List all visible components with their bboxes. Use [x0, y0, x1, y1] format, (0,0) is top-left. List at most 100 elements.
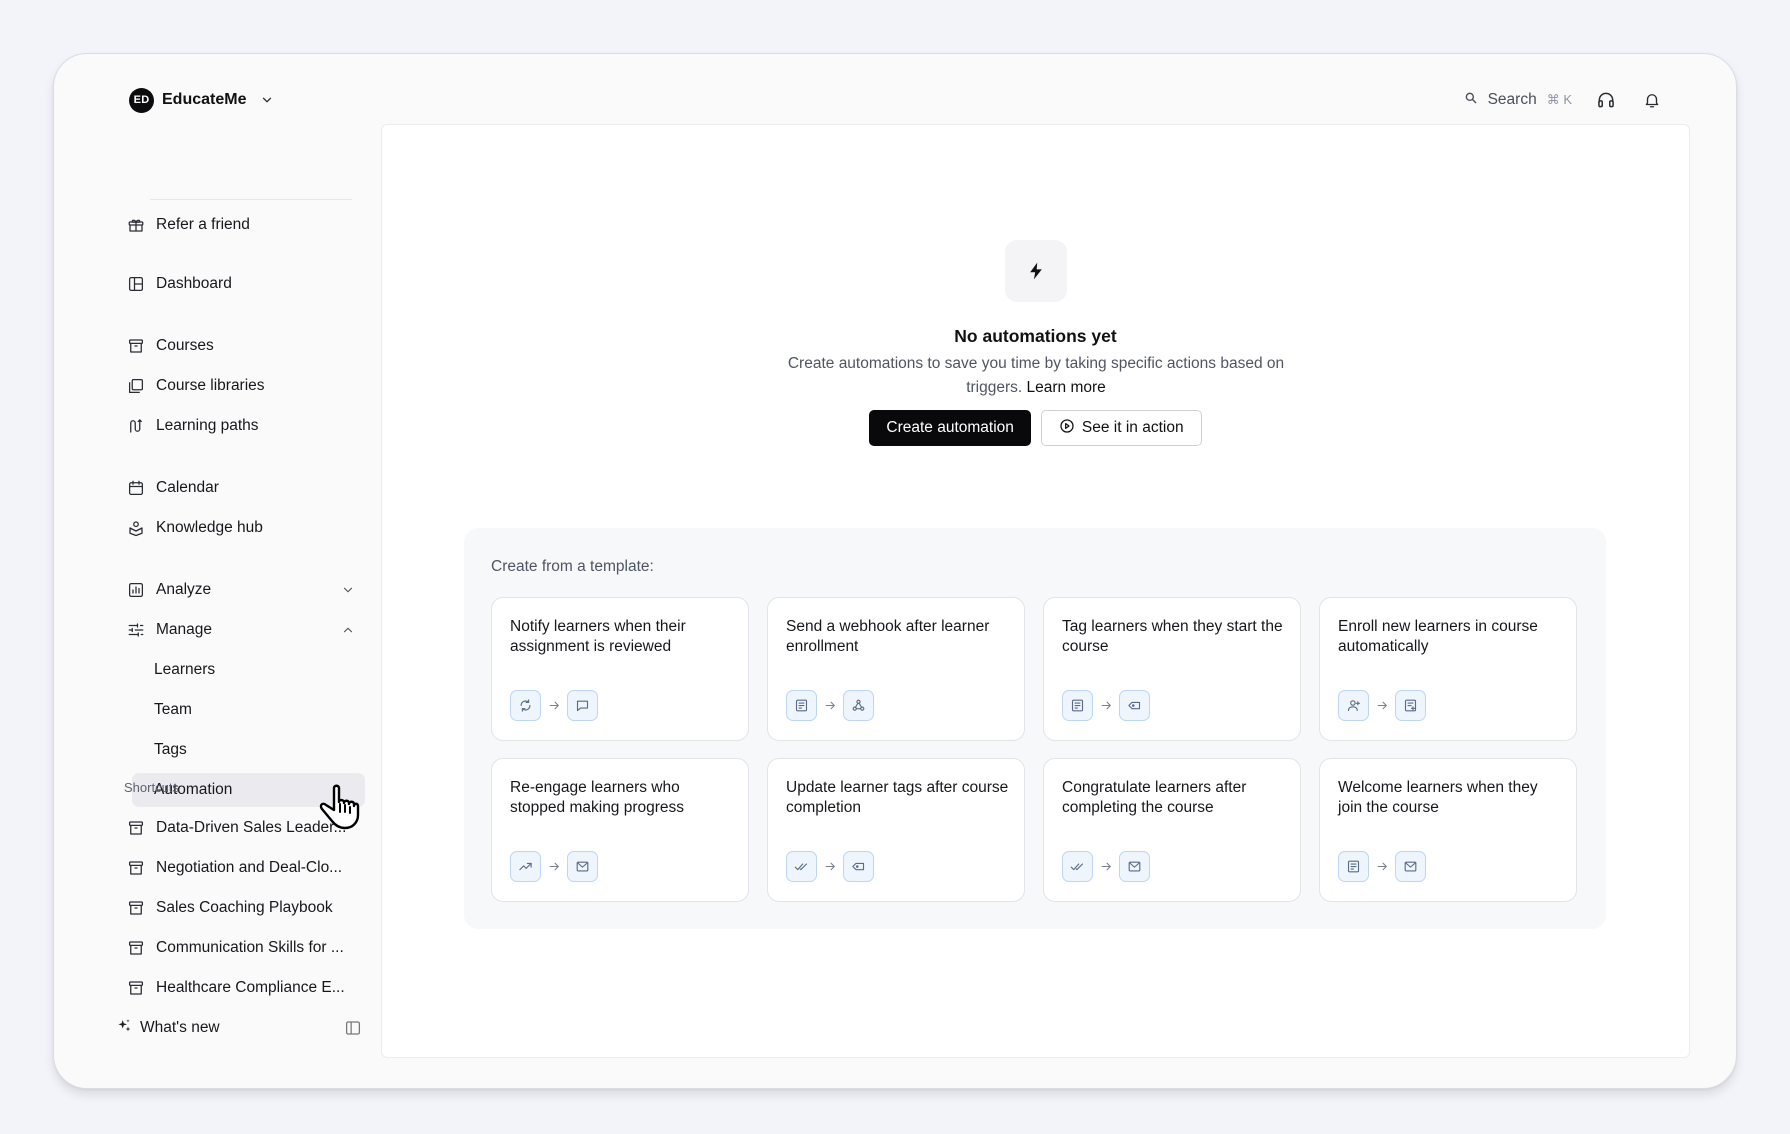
sidebar-item-label: Manage	[156, 621, 213, 638]
empty-state-title: No automations yet	[954, 326, 1117, 346]
chevron-up-icon[interactable]	[341, 616, 355, 644]
template-card[interactable]: Send a webhook after learner enrollment	[767, 597, 1025, 741]
template-title: Enroll new learners in course automatica…	[1338, 618, 1538, 655]
arrow-right-icon	[1099, 699, 1113, 713]
arrow-right-icon	[823, 699, 837, 713]
trending-icon	[510, 851, 541, 882]
sidebar-item-manage[interactable]: Manage	[126, 616, 212, 644]
arrow-right-icon	[1099, 860, 1113, 874]
mail-icon	[567, 851, 598, 882]
shortcut-label: Sales Coaching Playbook	[156, 899, 333, 916]
template-flow	[510, 690, 598, 721]
sidebar: ED EducateMe Refer a friend Dashboard Co…	[54, 54, 374, 1088]
template-flow	[1338, 851, 1426, 882]
archive-icon	[126, 858, 146, 878]
see-in-action-label: See it in action	[1081, 419, 1184, 436]
topbar-actions: Search ⌘ K	[1464, 84, 1664, 116]
template-title: Update learner tags after course complet…	[786, 779, 1009, 816]
sidebar-item-analyze[interactable]: Analyze	[126, 576, 211, 604]
sidebar-item-course-libraries[interactable]: Course libraries	[126, 372, 265, 400]
template-flow	[510, 851, 598, 882]
shortcut-label: Negotiation and Deal-Clo...	[156, 859, 343, 876]
shortcut-item[interactable]: Healthcare Compliance E...	[126, 974, 362, 1002]
arrow-right-icon	[1375, 699, 1389, 713]
shortcut-item[interactable]: Communication Skills for ...	[126, 934, 362, 962]
arrow-right-icon	[547, 699, 561, 713]
search-shortcut: ⌘ K	[1546, 92, 1572, 107]
sidebar-collapse-icon[interactable]	[344, 1019, 362, 1037]
user-add-icon	[1338, 690, 1369, 721]
sidebar-item-label: Calendar	[156, 479, 219, 496]
sidebar-item-tags[interactable]: Tags	[132, 733, 365, 767]
tag-icon	[1119, 690, 1150, 721]
empty-state-actions: Create automation See it in action	[382, 410, 1689, 446]
gift-icon	[126, 215, 146, 235]
sidebar-item-label: Courses	[156, 337, 214, 354]
archive-icon	[126, 938, 146, 958]
double-check-icon	[1062, 851, 1093, 882]
see-in-action-button[interactable]: See it in action	[1040, 410, 1202, 446]
sidebar-item-calendar[interactable]: Calendar	[126, 474, 219, 502]
sparkles-icon	[116, 1018, 132, 1039]
shortcut-item[interactable]: Negotiation and Deal-Clo...	[126, 854, 362, 882]
sidebar-item-label: Dashboard	[156, 275, 232, 292]
form-icon	[1062, 690, 1093, 721]
template-title: Send a webhook after learner enrollment	[786, 618, 990, 655]
archive-icon	[126, 818, 146, 838]
template-flow	[1062, 851, 1150, 882]
search-icon	[1464, 91, 1478, 110]
sidebar-item-courses[interactable]: Courses	[126, 332, 214, 360]
learn-more-link[interactable]: Learn more	[1027, 379, 1106, 396]
mail-icon	[1119, 851, 1150, 882]
sidebar-item-refer[interactable]: Refer a friend	[126, 211, 250, 239]
workspace-logo: ED	[129, 87, 154, 113]
template-card[interactable]: Re-engage learners who stopped making pr…	[491, 758, 749, 902]
search-button[interactable]: Search ⌘ K	[1464, 91, 1572, 110]
tag-icon	[843, 851, 874, 882]
shortcut-label: Communication Skills for ...	[156, 939, 344, 956]
chevron-down-icon[interactable]	[341, 576, 355, 604]
template-card[interactable]: Enroll new learners in course automatica…	[1319, 597, 1577, 741]
template-card[interactable]: Notify learners when their assignment is…	[491, 597, 749, 741]
sidebar-item-label: Learning paths	[156, 417, 259, 434]
templates-label: Create from a template:	[491, 558, 654, 575]
create-automation-button[interactable]: Create automation	[869, 410, 1031, 446]
form-icon	[1338, 851, 1369, 882]
sidebar-item-learning-paths[interactable]: Learning paths	[126, 412, 259, 440]
route-icon	[126, 416, 146, 436]
workspace-switcher[interactable]: ED EducateMe	[129, 84, 274, 116]
calendar-icon	[126, 478, 146, 498]
refresh-icon	[510, 690, 541, 721]
sidebar-item-team[interactable]: Team	[132, 693, 365, 727]
chart-icon	[126, 580, 146, 600]
lightning-icon	[1005, 240, 1067, 302]
template-title: Welcome learners when they join the cour…	[1338, 779, 1538, 816]
archive-icon	[126, 898, 146, 918]
app-window: ED EducateMe Refer a friend Dashboard Co…	[53, 53, 1737, 1089]
template-card[interactable]: Update learner tags after course complet…	[767, 758, 1025, 902]
bell-icon[interactable]	[1640, 88, 1664, 112]
whats-new-button[interactable]: What's new	[116, 1014, 220, 1042]
template-card[interactable]: Welcome learners when they join the cour…	[1319, 758, 1577, 902]
sidebar-item-label: Refer a friend	[156, 216, 250, 233]
template-title: Notify learners when their assignment is…	[510, 618, 686, 655]
chevron-down-icon	[260, 93, 274, 107]
layout-icon	[126, 274, 146, 294]
template-card[interactable]: Tag learners when they start the course	[1043, 597, 1301, 741]
double-check-icon	[786, 851, 817, 882]
chat-icon	[567, 690, 598, 721]
sidebar-item-label: Course libraries	[156, 377, 265, 394]
sidebar-item-learners[interactable]: Learners	[132, 653, 365, 687]
shortcut-item[interactable]: Sales Coaching Playbook	[126, 894, 362, 922]
sidebar-item-label: Knowledge hub	[156, 519, 263, 536]
headset-icon[interactable]	[1594, 88, 1618, 112]
template-card[interactable]: Congratulate learners after completing t…	[1043, 758, 1301, 902]
templates-panel: Create from a template: Notify learners …	[464, 528, 1606, 929]
list-add-icon	[1395, 690, 1426, 721]
template-title: Re-engage learners who stopped making pr…	[510, 779, 685, 816]
book-user-icon	[126, 518, 146, 538]
sidebar-item-label: Analyze	[156, 581, 212, 598]
template-flow	[1062, 690, 1150, 721]
sidebar-item-dashboard[interactable]: Dashboard	[126, 270, 232, 298]
sidebar-item-knowledge-hub[interactable]: Knowledge hub	[126, 514, 263, 542]
